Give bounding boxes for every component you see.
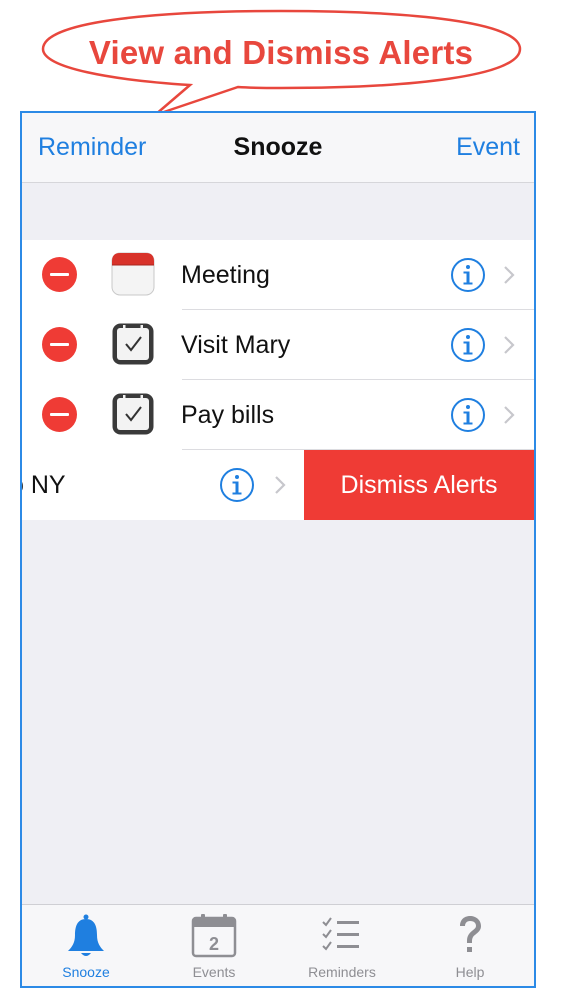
info-icon[interactable]	[219, 467, 255, 503]
tab-label: Snooze	[62, 964, 110, 980]
item-label: Meeting	[181, 261, 270, 289]
checkbox-icon	[112, 323, 154, 365]
info-icon[interactable]	[450, 397, 486, 433]
callout-bubble: View and Dismiss Alerts	[40, 8, 522, 117]
tab-snooze[interactable]: Snooze	[22, 905, 150, 986]
list-item[interactable]: Pay bills	[22, 380, 534, 450]
chevron-right-icon[interactable]	[502, 404, 516, 426]
calendar-day-number: 2	[209, 934, 219, 954]
checklist-icon	[322, 917, 359, 951]
item-label: Pay bills	[181, 401, 275, 429]
callout-text: View and Dismiss Alerts	[88, 34, 474, 71]
info-icon[interactable]	[450, 327, 486, 363]
calendar-icon: 2	[191, 914, 237, 958]
chevron-right-icon[interactable]	[502, 334, 516, 356]
tab-help[interactable]: Help	[406, 905, 534, 986]
tab-label: Events	[192, 964, 236, 980]
item-label: Visit Mary	[181, 331, 291, 359]
delete-button[interactable]	[42, 327, 77, 362]
tab-label: Reminders	[308, 964, 376, 980]
bell-icon	[68, 914, 104, 956]
chevron-right-icon[interactable]	[273, 474, 287, 496]
phone-screen: Reminder Snooze Event Meeting Visit Mary…	[20, 111, 536, 988]
checkbox-icon	[112, 393, 154, 435]
question-mark-icon	[460, 916, 481, 952]
tab-label: Help	[455, 964, 485, 980]
dismiss-alerts-button[interactable]: Dismiss Alerts	[304, 450, 534, 520]
info-icon[interactable]	[450, 257, 486, 293]
delete-button[interactable]	[42, 257, 77, 292]
event-button[interactable]: Event	[456, 133, 520, 162]
tab-bar: Snooze 2 Events Reminders Help	[22, 904, 534, 986]
alert-list: Meeting Visit Mary Pay bills NY Dismiss …	[22, 240, 534, 520]
delete-button[interactable]	[42, 397, 77, 432]
list-item-swiped[interactable]: o NY Dismiss Alerts	[22, 450, 534, 520]
tab-events[interactable]: 2 Events	[150, 905, 278, 986]
navigation-bar: Reminder Snooze Event	[22, 113, 534, 183]
list-item[interactable]: Meeting	[22, 240, 534, 310]
chevron-right-icon[interactable]	[502, 264, 516, 286]
item-label: o NY	[22, 471, 66, 499]
calendar-icon	[111, 252, 155, 296]
tab-reminders[interactable]: Reminders	[278, 905, 406, 986]
list-item[interactable]: Visit Mary	[22, 310, 534, 380]
